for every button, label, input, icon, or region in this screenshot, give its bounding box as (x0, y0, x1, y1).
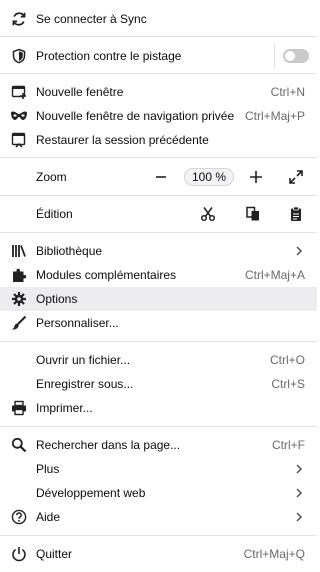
web-developer-label: Développement web (36, 486, 146, 500)
power-icon (10, 545, 28, 563)
open-file-label: Ouvrir un fichier... (36, 353, 131, 367)
scissors-icon (200, 207, 216, 222)
quit-shortcut: Ctrl+Maj+Q (243, 547, 305, 561)
fullscreen-button[interactable] (284, 165, 308, 189)
search-icon (10, 436, 28, 454)
mask-icon (10, 107, 28, 125)
sync-menu-item[interactable]: Se connecter à Sync (0, 7, 317, 31)
print-item[interactable]: Imprimer... (0, 396, 317, 420)
zoom-label: Zoom (36, 170, 67, 184)
options-label: Options (36, 292, 78, 306)
copy-icon (246, 206, 259, 221)
print-label: Imprimer... (36, 401, 93, 415)
new-window-shortcut: Ctrl+N (270, 85, 305, 99)
chevron-right-icon (295, 246, 303, 256)
quit-item[interactable]: Quitter Ctrl+Maj+Q (0, 542, 317, 566)
separator (0, 232, 317, 233)
separator (0, 195, 317, 196)
separator (0, 535, 317, 536)
help-icon (10, 508, 28, 526)
minus-icon (156, 176, 166, 178)
zoom-out-button[interactable] (149, 165, 173, 189)
sync-icon (10, 10, 28, 28)
open-file-shortcut: Ctrl+O (269, 353, 305, 367)
quit-label: Quitter (36, 547, 73, 561)
save-as-label: Enregistrer sous... (36, 377, 134, 391)
private-window-shortcut: Ctrl+Maj+P (244, 109, 305, 123)
restore-session-icon (10, 131, 28, 149)
find-in-page-shortcut: Ctrl+F (272, 438, 305, 452)
chevron-right-icon (295, 464, 303, 474)
clipboard-icon (291, 206, 301, 221)
help-item[interactable]: Aide (0, 505, 317, 529)
separator (0, 341, 317, 342)
addons-shortcut: Ctrl+Maj+A (244, 268, 305, 282)
chevron-right-icon (295, 488, 303, 498)
separator (0, 157, 317, 158)
separator (0, 36, 317, 37)
plus-icon (250, 171, 262, 183)
app-menu-panel: Se connecter à Sync Protection contre le… (0, 0, 317, 572)
edit-label: Édition (36, 207, 73, 221)
fullscreen-icon (289, 170, 303, 184)
library-label: Bibliothèque (36, 244, 103, 258)
find-in-page-item[interactable]: Rechercher dans la page... Ctrl+F (0, 433, 317, 457)
vertical-separator (274, 44, 275, 68)
new-window-item[interactable]: Nouvelle fenêtre Ctrl+N (0, 80, 317, 104)
cut-button[interactable] (196, 202, 220, 226)
private-window-item[interactable]: Nouvelle fenêtre de navigation privée Ct… (0, 104, 317, 128)
copy-button[interactable] (241, 202, 265, 226)
new-window-icon (10, 83, 28, 101)
separator (0, 426, 317, 427)
more-label: Plus (36, 462, 60, 476)
chevron-right-icon (295, 512, 303, 522)
find-in-page-label: Rechercher dans la page... (36, 438, 181, 452)
puzzle-icon (10, 266, 28, 284)
save-as-shortcut: Ctrl+S (271, 377, 305, 391)
toggle-knob (285, 51, 295, 61)
gear-icon (10, 290, 28, 308)
paintbrush-icon (10, 314, 28, 332)
shield-icon (10, 47, 28, 65)
new-window-label: Nouvelle fenêtre (36, 85, 124, 99)
restore-session-item[interactable]: Restaurer la session précédente (0, 128, 317, 152)
restore-session-label: Restaurer la session précédente (36, 133, 209, 147)
library-icon (10, 242, 28, 260)
customize-label: Personnaliser... (36, 316, 119, 330)
zoom-in-button[interactable] (244, 165, 268, 189)
paste-button[interactable] (284, 202, 308, 226)
web-developer-item[interactable]: Développement web (0, 481, 317, 505)
printer-icon (10, 399, 28, 417)
customize-item[interactable]: Personnaliser... (0, 311, 317, 335)
tracking-protection-label: Protection contre le pistage (36, 49, 182, 63)
sync-label: Se connecter à Sync (36, 12, 147, 26)
tracking-protection-toggle[interactable] (283, 49, 309, 63)
zoom-reset-button[interactable]: 100 % (184, 168, 234, 186)
edit-row: Édition (0, 202, 317, 226)
options-item[interactable]: Options (0, 287, 317, 311)
save-as-item[interactable]: Enregistrer sous... Ctrl+S (0, 372, 317, 396)
separator (0, 73, 317, 74)
help-label: Aide (36, 510, 61, 524)
tracking-protection-item[interactable]: Protection contre le pistage (0, 44, 317, 68)
addons-item[interactable]: Modules complémentaires Ctrl+Maj+A (0, 263, 317, 287)
library-item[interactable]: Bibliothèque (0, 239, 317, 263)
open-file-item[interactable]: Ouvrir un fichier... Ctrl+O (0, 348, 317, 372)
addons-label: Modules complémentaires (36, 268, 177, 282)
more-item[interactable]: Plus (0, 457, 317, 481)
private-window-label: Nouvelle fenêtre de navigation privée (36, 109, 235, 123)
